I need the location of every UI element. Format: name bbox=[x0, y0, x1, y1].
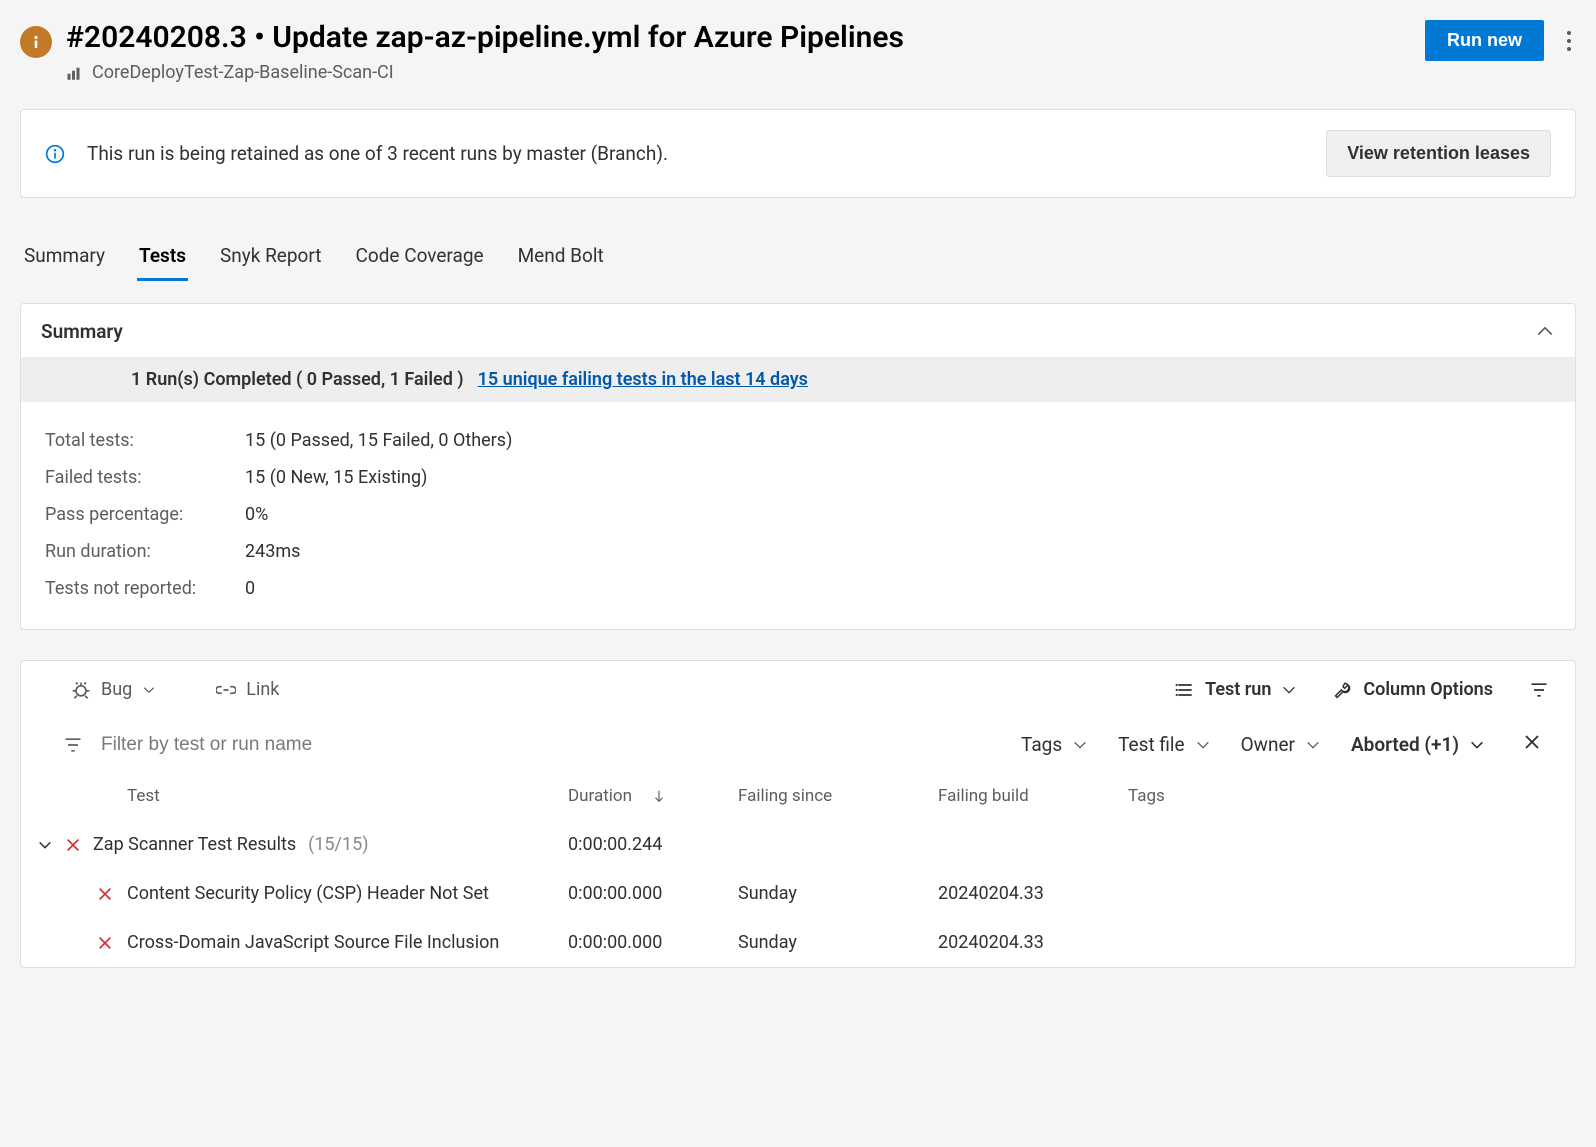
kv-val: 0 bbox=[245, 578, 255, 599]
chevron-down-icon bbox=[1281, 682, 1297, 698]
results-toolbar: Bug Link Test run bbox=[21, 661, 1575, 722]
test-row[interactable]: Content Security Policy (CSP) Header Not… bbox=[21, 869, 1575, 918]
fail-icon bbox=[97, 935, 113, 951]
kv-key: Failed tests: bbox=[45, 467, 245, 488]
kv-val: 15 (0 New, 15 Existing) bbox=[245, 467, 427, 488]
filter-owner-label: Owner bbox=[1241, 733, 1295, 756]
group-duration: 0:00:00.244 bbox=[568, 834, 738, 855]
tab-code-coverage[interactable]: Code Coverage bbox=[354, 238, 486, 281]
test-failing-build: 20240204.33 bbox=[938, 932, 1128, 953]
sort-arrow-down-icon[interactable] bbox=[652, 788, 666, 804]
chevron-down-icon bbox=[142, 683, 156, 697]
summary-strip: 1 Run(s) Completed ( 0 Passed, 1 Failed … bbox=[21, 357, 1575, 402]
failing-tests-link[interactable]: 15 unique failing tests in the last 14 d… bbox=[478, 369, 808, 390]
clear-filters-button[interactable] bbox=[1515, 732, 1549, 757]
tab-summary[interactable]: Summary bbox=[22, 238, 107, 281]
kv-key: Tests not reported: bbox=[45, 578, 245, 599]
chevron-down-icon bbox=[1469, 737, 1485, 753]
tab-mend-bolt[interactable]: Mend Bolt bbox=[516, 238, 606, 281]
test-row[interactable]: Cross-Domain JavaScript Source File Incl… bbox=[21, 918, 1575, 967]
column-options-label: Column Options bbox=[1363, 679, 1493, 700]
retention-message: This run is being retained as one of 3 r… bbox=[87, 142, 668, 165]
more-actions-button[interactable] bbox=[1562, 21, 1576, 61]
results-table-header: Test Duration Failing since Failing buil… bbox=[21, 775, 1575, 820]
kv-key: Run duration: bbox=[45, 541, 245, 562]
pipeline-icon bbox=[66, 64, 84, 82]
bug-icon bbox=[71, 680, 91, 700]
collapse-card-icon[interactable] bbox=[1535, 322, 1555, 342]
kv-val: 0% bbox=[245, 504, 268, 525]
summary-card-title: Summary bbox=[41, 320, 123, 343]
filter-testfile-dropdown[interactable]: Test file bbox=[1118, 733, 1210, 756]
col-duration[interactable]: Duration bbox=[568, 786, 632, 806]
list-icon bbox=[1175, 680, 1195, 700]
fail-icon bbox=[97, 886, 113, 902]
test-failing-build: 20240204.33 bbox=[938, 883, 1128, 904]
col-tags[interactable]: Tags bbox=[1128, 786, 1549, 806]
link-button[interactable]: Link bbox=[216, 679, 279, 700]
tab-bar: Summary Tests Snyk Report Code Coverage … bbox=[20, 238, 1576, 281]
test-group-row[interactable]: Zap Scanner Test Results (15/15) 0:00:00… bbox=[21, 820, 1575, 869]
filter-owner-dropdown[interactable]: Owner bbox=[1241, 733, 1321, 756]
col-test[interactable]: Test bbox=[127, 786, 568, 806]
chevron-down-icon[interactable] bbox=[37, 837, 53, 853]
group-name: Zap Scanner Test Results bbox=[93, 834, 296, 855]
test-name: Cross-Domain JavaScript Source File Incl… bbox=[127, 932, 499, 953]
kv-val: 15 (0 Passed, 15 Failed, 0 Others) bbox=[245, 430, 512, 451]
run-title: #20240208.3 • Update zap-az-pipeline.yml… bbox=[66, 20, 904, 56]
fail-icon bbox=[65, 837, 81, 853]
test-duration: 0:00:00.000 bbox=[568, 932, 738, 953]
pipeline-name: CoreDeployTest-Zap-Baseline-Scan-CI bbox=[66, 62, 904, 83]
kv-key: Total tests: bbox=[45, 430, 245, 451]
filter-toggle-icon[interactable] bbox=[1529, 680, 1549, 700]
chevron-down-icon bbox=[1072, 737, 1088, 753]
test-name: Content Security Policy (CSP) Header Not… bbox=[127, 883, 489, 904]
summary-card: Summary 1 Run(s) Completed ( 0 Passed, 1… bbox=[20, 303, 1576, 630]
tab-tests[interactable]: Tests bbox=[137, 238, 188, 281]
filter-testfile-label: Test file bbox=[1118, 733, 1184, 756]
bug-button-label: Bug bbox=[101, 679, 132, 700]
tab-snyk-report[interactable]: Snyk Report bbox=[218, 238, 324, 281]
link-button-label: Link bbox=[246, 679, 279, 700]
col-failing-since[interactable]: Failing since bbox=[738, 786, 938, 806]
test-failing-since: Sunday bbox=[738, 932, 938, 953]
status-badge-warning-icon bbox=[20, 26, 52, 58]
kv-key: Pass percentage: bbox=[45, 504, 245, 525]
col-failing-build[interactable]: Failing build bbox=[938, 786, 1128, 806]
pipeline-name-label: CoreDeployTest-Zap-Baseline-Scan-CI bbox=[92, 62, 394, 83]
filter-tags-label: Tags bbox=[1021, 733, 1062, 756]
filter-outcome-label: Aborted (+1) bbox=[1351, 733, 1459, 756]
column-options-button[interactable]: Column Options bbox=[1333, 679, 1493, 700]
test-duration: 0:00:00.000 bbox=[568, 883, 738, 904]
filter-row: Tags Test file Owner Aborted (+1) bbox=[21, 722, 1575, 775]
summary-strip-text: 1 Run(s) Completed ( 0 Passed, 1 Failed … bbox=[131, 369, 464, 390]
view-retention-leases-button[interactable]: View retention leases bbox=[1326, 130, 1551, 177]
link-icon bbox=[216, 680, 236, 700]
run-new-button[interactable]: Run new bbox=[1425, 20, 1544, 61]
wrench-icon bbox=[1333, 680, 1353, 700]
create-bug-dropdown[interactable]: Bug bbox=[71, 679, 156, 700]
chevron-down-icon bbox=[1195, 737, 1211, 753]
kv-val: 243ms bbox=[245, 541, 300, 562]
filter-icon bbox=[63, 735, 83, 755]
results-card: Bug Link Test run bbox=[20, 660, 1576, 968]
test-failing-since: Sunday bbox=[738, 883, 938, 904]
chevron-down-icon bbox=[1305, 737, 1321, 753]
filter-tags-dropdown[interactable]: Tags bbox=[1021, 733, 1088, 756]
info-icon bbox=[45, 144, 65, 164]
test-run-grouping-dropdown[interactable]: Test run bbox=[1175, 679, 1297, 700]
group-count: (15/15) bbox=[308, 834, 368, 855]
close-icon bbox=[1523, 733, 1541, 751]
page-header: #20240208.3 • Update zap-az-pipeline.yml… bbox=[20, 20, 1576, 83]
retention-banner: This run is being retained as one of 3 r… bbox=[20, 109, 1576, 198]
filter-outcome-dropdown[interactable]: Aborted (+1) bbox=[1351, 733, 1485, 756]
filter-input[interactable] bbox=[101, 734, 501, 756]
test-run-label: Test run bbox=[1205, 679, 1271, 700]
